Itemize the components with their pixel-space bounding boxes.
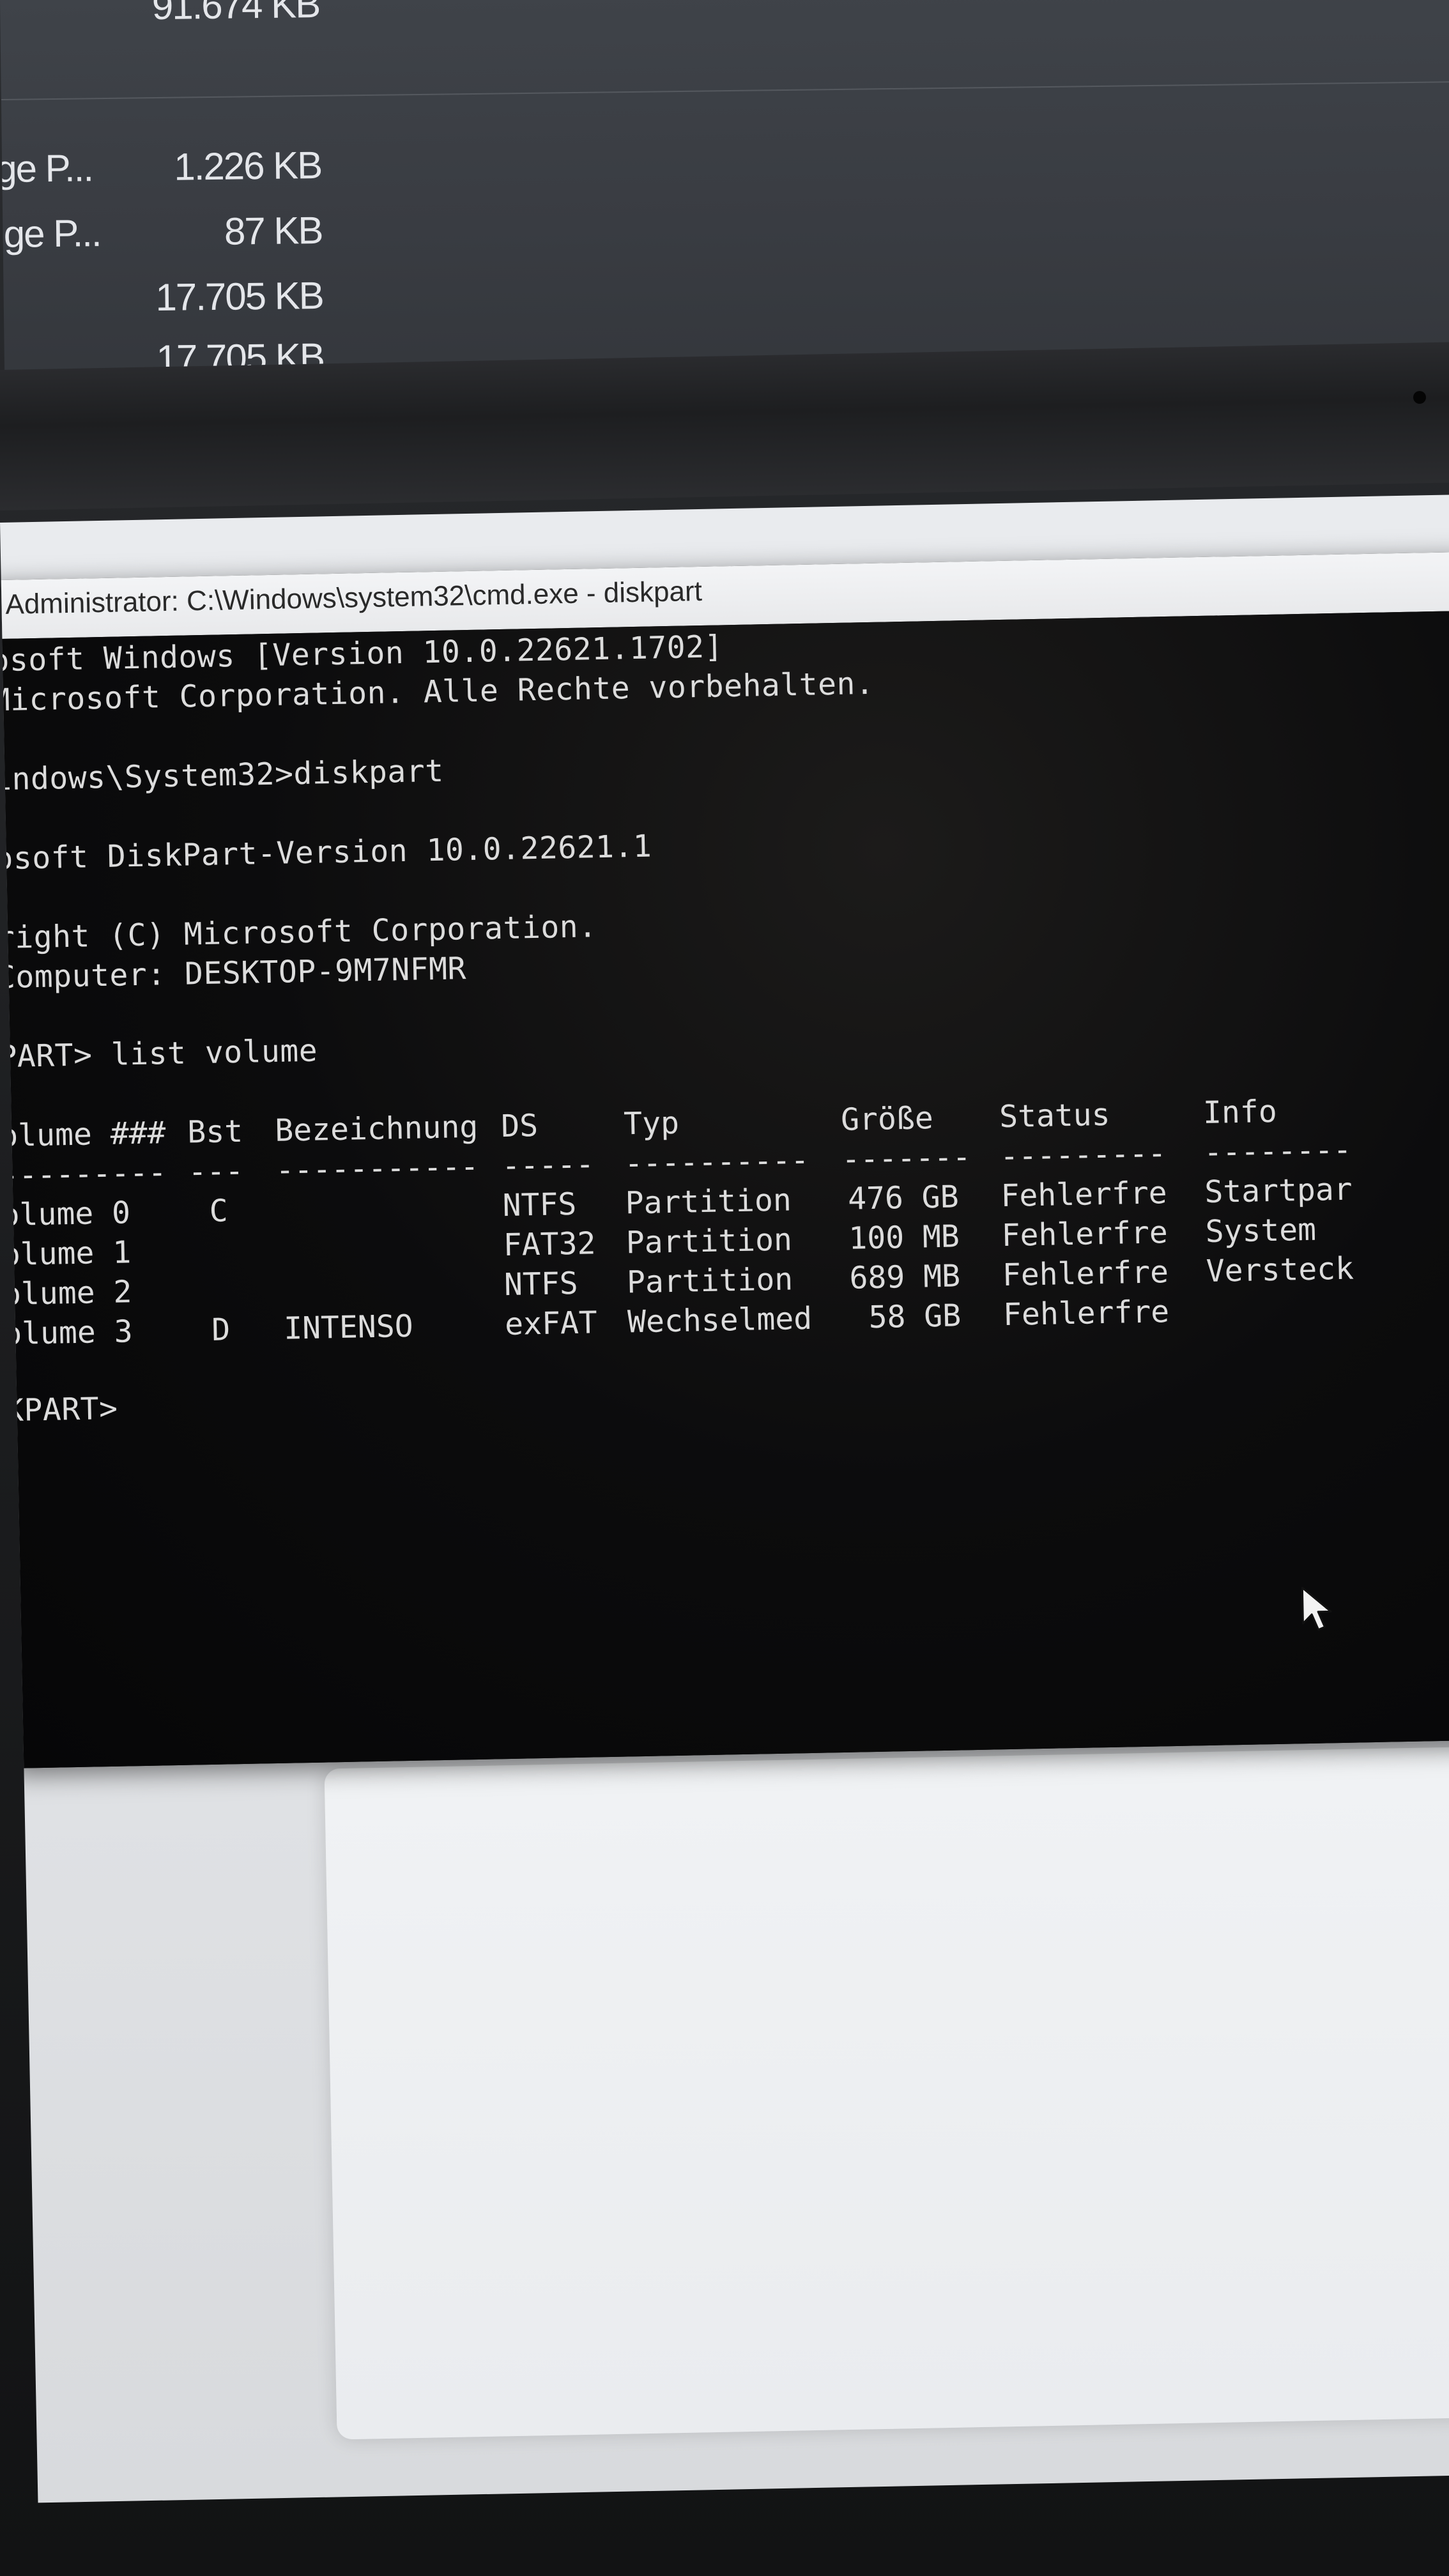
cmd-window[interactable]: Administrator: C:\Windows\system32\cmd.e…: [0, 551, 1449, 1769]
desktop-screen: Administrator: C:\Windows\system32\cmd.e…: [0, 494, 1449, 2503]
window-title: Administrator: C:\Windows\system32\cmd.e…: [4, 575, 703, 620]
file-row[interactable]: lge P... 87 KB: [0, 206, 450, 263]
file-row[interactable]: 91.674 KB: [0, 0, 448, 37]
cell-status: Fehlerfre: [1000, 1175, 1168, 1215]
cell-ds: NTFS: [502, 1186, 577, 1224]
mouse-pointer-icon: [1301, 1586, 1332, 1631]
cell-info: System: [1205, 1211, 1317, 1250]
separator: ---------: [999, 1135, 1167, 1175]
cell-status: Fehlerfre: [1002, 1254, 1169, 1294]
separator: -------: [841, 1139, 972, 1177]
cell-groesse: 58 GB: [868, 1298, 962, 1336]
header-bst: Bst: [187, 1113, 243, 1151]
console-command-line: KPART> list volume: [0, 1032, 318, 1075]
console-line: yright (C) Microsoft Corporation.: [0, 908, 598, 956]
cell-volume: Volume 2: [0, 1274, 132, 1313]
cell-status: Fehlerfre: [1001, 1215, 1169, 1254]
explorer-window: 91.674 KB ge P... 1.226 KB lge P... 87 K…: [0, 0, 1449, 390]
cell-volume: Volume 0: [0, 1195, 131, 1234]
separator: ----------: [624, 1142, 809, 1182]
console-prompt[interactable]: SKPART>: [0, 1391, 118, 1429]
console-line: rosoft DiskPart-Version 10.0.22621.1: [0, 828, 652, 877]
separator: -----------: [275, 1148, 479, 1188]
cell-bst: D: [211, 1312, 231, 1348]
cell-bezeichnung: INTENSO: [283, 1308, 414, 1347]
cell-ds: NTFS: [503, 1265, 579, 1303]
cell-typ: Partition: [625, 1222, 793, 1261]
cell-groesse: 476 GB: [847, 1179, 960, 1217]
header-ds: DS: [500, 1108, 539, 1145]
separator: ----------: [0, 1154, 167, 1194]
cell-ds: exFAT: [504, 1305, 598, 1343]
console-line: Windows\System32>diskpart: [0, 753, 445, 798]
header-volume: Volume ###: [0, 1115, 166, 1154]
file-size: 1.226 KB: [173, 143, 322, 188]
console-output[interactable]: rosoft Windows [Version 10.0.22621.1702]…: [0, 610, 1449, 1769]
list-divider: [1, 81, 1449, 100]
file-size: 17.705 KB: [155, 273, 324, 319]
cell-groesse: 689 MB: [849, 1258, 961, 1296]
background-window: [324, 1746, 1449, 2440]
monitor-bezel: [0, 341, 1449, 511]
header-groesse: Größe: [840, 1100, 934, 1138]
cell-typ: Partition: [625, 1182, 792, 1222]
file-size: 91.674 KB: [151, 0, 320, 28]
separator: --------: [1203, 1131, 1352, 1171]
separator: ---: [188, 1153, 244, 1190]
cell-info: Versteck: [1206, 1250, 1354, 1289]
cell-bst: C: [209, 1193, 229, 1229]
cell-status: Fehlerfre: [1002, 1294, 1170, 1333]
photo-stage: 91.674 KB ge P... 1.226 KB lge P... 87 K…: [0, 0, 1449, 2576]
cell-groesse: 100 MB: [848, 1218, 960, 1257]
file-name: ge P...: [0, 146, 93, 191]
cell-typ: Partition: [626, 1261, 793, 1301]
file-row[interactable]: ge P... 1.226 KB: [0, 141, 450, 198]
file-row[interactable]: 17.705 KB: [3, 272, 451, 328]
cell-typ: Wechselmed: [627, 1300, 813, 1340]
cell-volume: Volume 1: [0, 1234, 132, 1273]
webcam-icon: [1413, 391, 1426, 404]
cell-volume: Volume 3: [0, 1314, 134, 1353]
cell-info: Startpar: [1204, 1171, 1353, 1210]
header-status: Status: [999, 1096, 1111, 1135]
file-name: lge P...: [0, 211, 101, 256]
header-typ: Typ: [623, 1105, 680, 1142]
console-line: Computer: DESKTOP-9M7NFMR: [0, 951, 467, 996]
header-info: Info: [1202, 1093, 1278, 1131]
cell-ds: FAT32: [503, 1225, 596, 1264]
header-bezeichnung: Bezeichnung: [274, 1108, 479, 1149]
file-size: 87 KB: [224, 208, 323, 253]
separator: -----: [501, 1146, 595, 1184]
